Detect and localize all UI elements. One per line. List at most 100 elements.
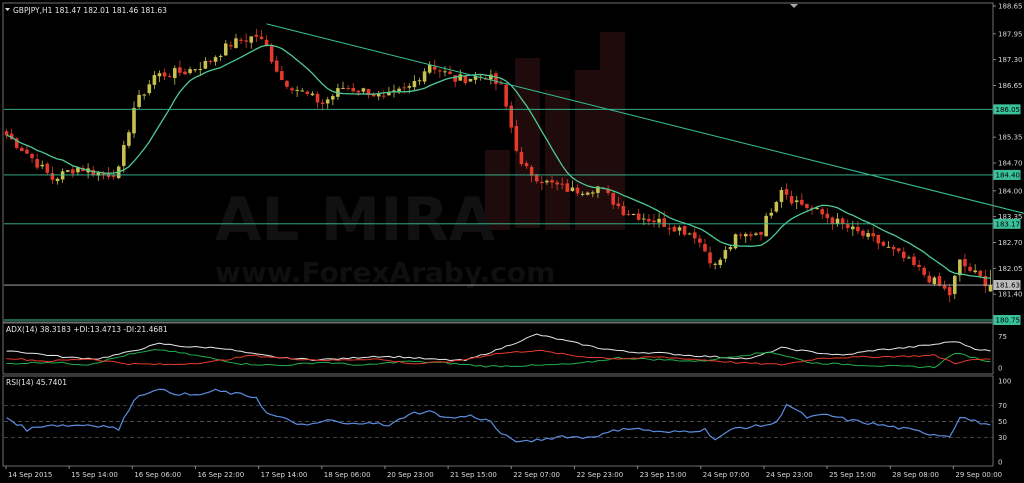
candle-body bbox=[743, 233, 748, 237]
candle-body bbox=[280, 71, 284, 81]
candle-body bbox=[738, 234, 743, 236]
candle-body bbox=[229, 45, 233, 47]
candle-body bbox=[840, 218, 845, 224]
candle-body bbox=[728, 247, 733, 250]
candle-body bbox=[223, 43, 228, 56]
price-axis-label: 183.35 bbox=[998, 213, 1023, 221]
candle-body bbox=[774, 202, 779, 212]
candle-body bbox=[178, 67, 182, 73]
candle-body bbox=[830, 217, 835, 224]
candle-body bbox=[524, 163, 529, 167]
candle-body bbox=[382, 95, 386, 97]
candle-body bbox=[779, 189, 784, 203]
candle-body bbox=[902, 251, 906, 258]
candle-body bbox=[922, 267, 926, 275]
candle-body bbox=[65, 170, 70, 172]
candle-body bbox=[585, 192, 590, 195]
candle-body bbox=[234, 38, 238, 48]
candle-body bbox=[805, 203, 809, 208]
price-axis-label: 181.40 bbox=[998, 291, 1023, 299]
time-axis-label: 24 Sep 07:00 bbox=[703, 471, 750, 479]
time-axis-label: 17 Sep 14:00 bbox=[261, 471, 308, 479]
candle-body bbox=[789, 196, 794, 204]
candle-body bbox=[4, 131, 9, 136]
price-panel-header: GBPJPY,H1 181.47 182.01 181.46 181.63 bbox=[13, 6, 167, 15]
time-axis-label: 15 Sep 14:00 bbox=[71, 471, 118, 479]
trading-chart[interactable]: AL MIRA www.ForexAraby.com 186.05 184.40 1… bbox=[0, 0, 1024, 483]
rsi-axis-label: 0 bbox=[998, 459, 1002, 467]
candle-body bbox=[60, 171, 65, 180]
rsi-axis-label: 100 bbox=[998, 378, 1011, 386]
candle-body bbox=[494, 73, 498, 84]
candle-body bbox=[167, 76, 172, 78]
price-axis-label: 187.30 bbox=[998, 56, 1023, 64]
svg-text:AL MIRA: AL MIRA bbox=[215, 185, 496, 255]
candle-body bbox=[172, 68, 177, 78]
candle-body bbox=[570, 187, 575, 192]
candle-body bbox=[886, 246, 891, 248]
candle-body bbox=[361, 88, 366, 92]
candle-body bbox=[692, 232, 697, 239]
candle-body bbox=[249, 36, 254, 43]
candle-body bbox=[376, 94, 381, 97]
candle-body bbox=[647, 218, 651, 222]
candle-body bbox=[626, 213, 631, 215]
candle-body bbox=[351, 87, 355, 92]
level-price-tag-label: 186.05 bbox=[996, 106, 1021, 114]
candle-body bbox=[932, 277, 937, 284]
rsi-axis-label: 30 bbox=[998, 434, 1007, 442]
level-price-tag-label: 181.63 bbox=[996, 282, 1021, 290]
candle-body bbox=[325, 99, 330, 104]
candle-body bbox=[147, 84, 152, 94]
candle-body bbox=[295, 89, 299, 91]
candle-body bbox=[698, 238, 702, 243]
time-axis-label: 24 Sep 23:00 bbox=[766, 471, 813, 479]
candle-body bbox=[861, 230, 865, 236]
candle-body bbox=[453, 75, 457, 82]
candle-body bbox=[764, 215, 768, 237]
candle-body bbox=[25, 149, 29, 154]
candle-body bbox=[784, 189, 789, 195]
candle-body bbox=[443, 71, 447, 73]
candle-body bbox=[642, 218, 646, 220]
candle-body bbox=[529, 167, 534, 176]
time-axis-label: 21 Sep 15:00 bbox=[450, 471, 497, 479]
candle-body bbox=[713, 263, 717, 265]
candle-body bbox=[458, 74, 463, 81]
candle-body bbox=[575, 187, 580, 194]
candle-body bbox=[657, 218, 661, 223]
candle-body bbox=[616, 203, 621, 206]
candle-body bbox=[856, 226, 860, 232]
svg-text:www.ForexAraby.com: www.ForexAraby.com bbox=[215, 256, 555, 289]
candle-body bbox=[305, 91, 310, 94]
candle-body bbox=[912, 256, 916, 265]
candle-body bbox=[315, 93, 320, 103]
price-axis-label: 186.65 bbox=[998, 82, 1023, 90]
candle-body bbox=[825, 213, 830, 219]
candle-body bbox=[672, 226, 677, 232]
candle-body bbox=[968, 266, 972, 271]
candle-body bbox=[203, 60, 208, 69]
candle-body bbox=[978, 270, 983, 277]
adx-axis-label: 75 bbox=[998, 333, 1007, 341]
candle-body bbox=[290, 88, 294, 91]
candle-body bbox=[162, 72, 167, 77]
candle-body bbox=[244, 40, 248, 42]
candle-body bbox=[560, 183, 565, 185]
candle-body bbox=[851, 226, 855, 230]
candle-body bbox=[636, 213, 641, 220]
candle-body bbox=[310, 93, 315, 96]
candle-body bbox=[845, 224, 850, 228]
candle-body bbox=[754, 233, 758, 235]
candle-body bbox=[30, 153, 34, 159]
candle-body bbox=[667, 228, 672, 230]
candle-body bbox=[463, 75, 468, 84]
candle-body bbox=[723, 250, 728, 259]
time-axis-label: 28 Sep 08:00 bbox=[892, 471, 939, 479]
candle-body bbox=[213, 57, 218, 62]
candle-body bbox=[652, 220, 656, 223]
candle-body bbox=[927, 275, 932, 283]
candle-body bbox=[127, 132, 131, 146]
candle-body bbox=[835, 218, 840, 224]
candle-body bbox=[188, 69, 192, 74]
